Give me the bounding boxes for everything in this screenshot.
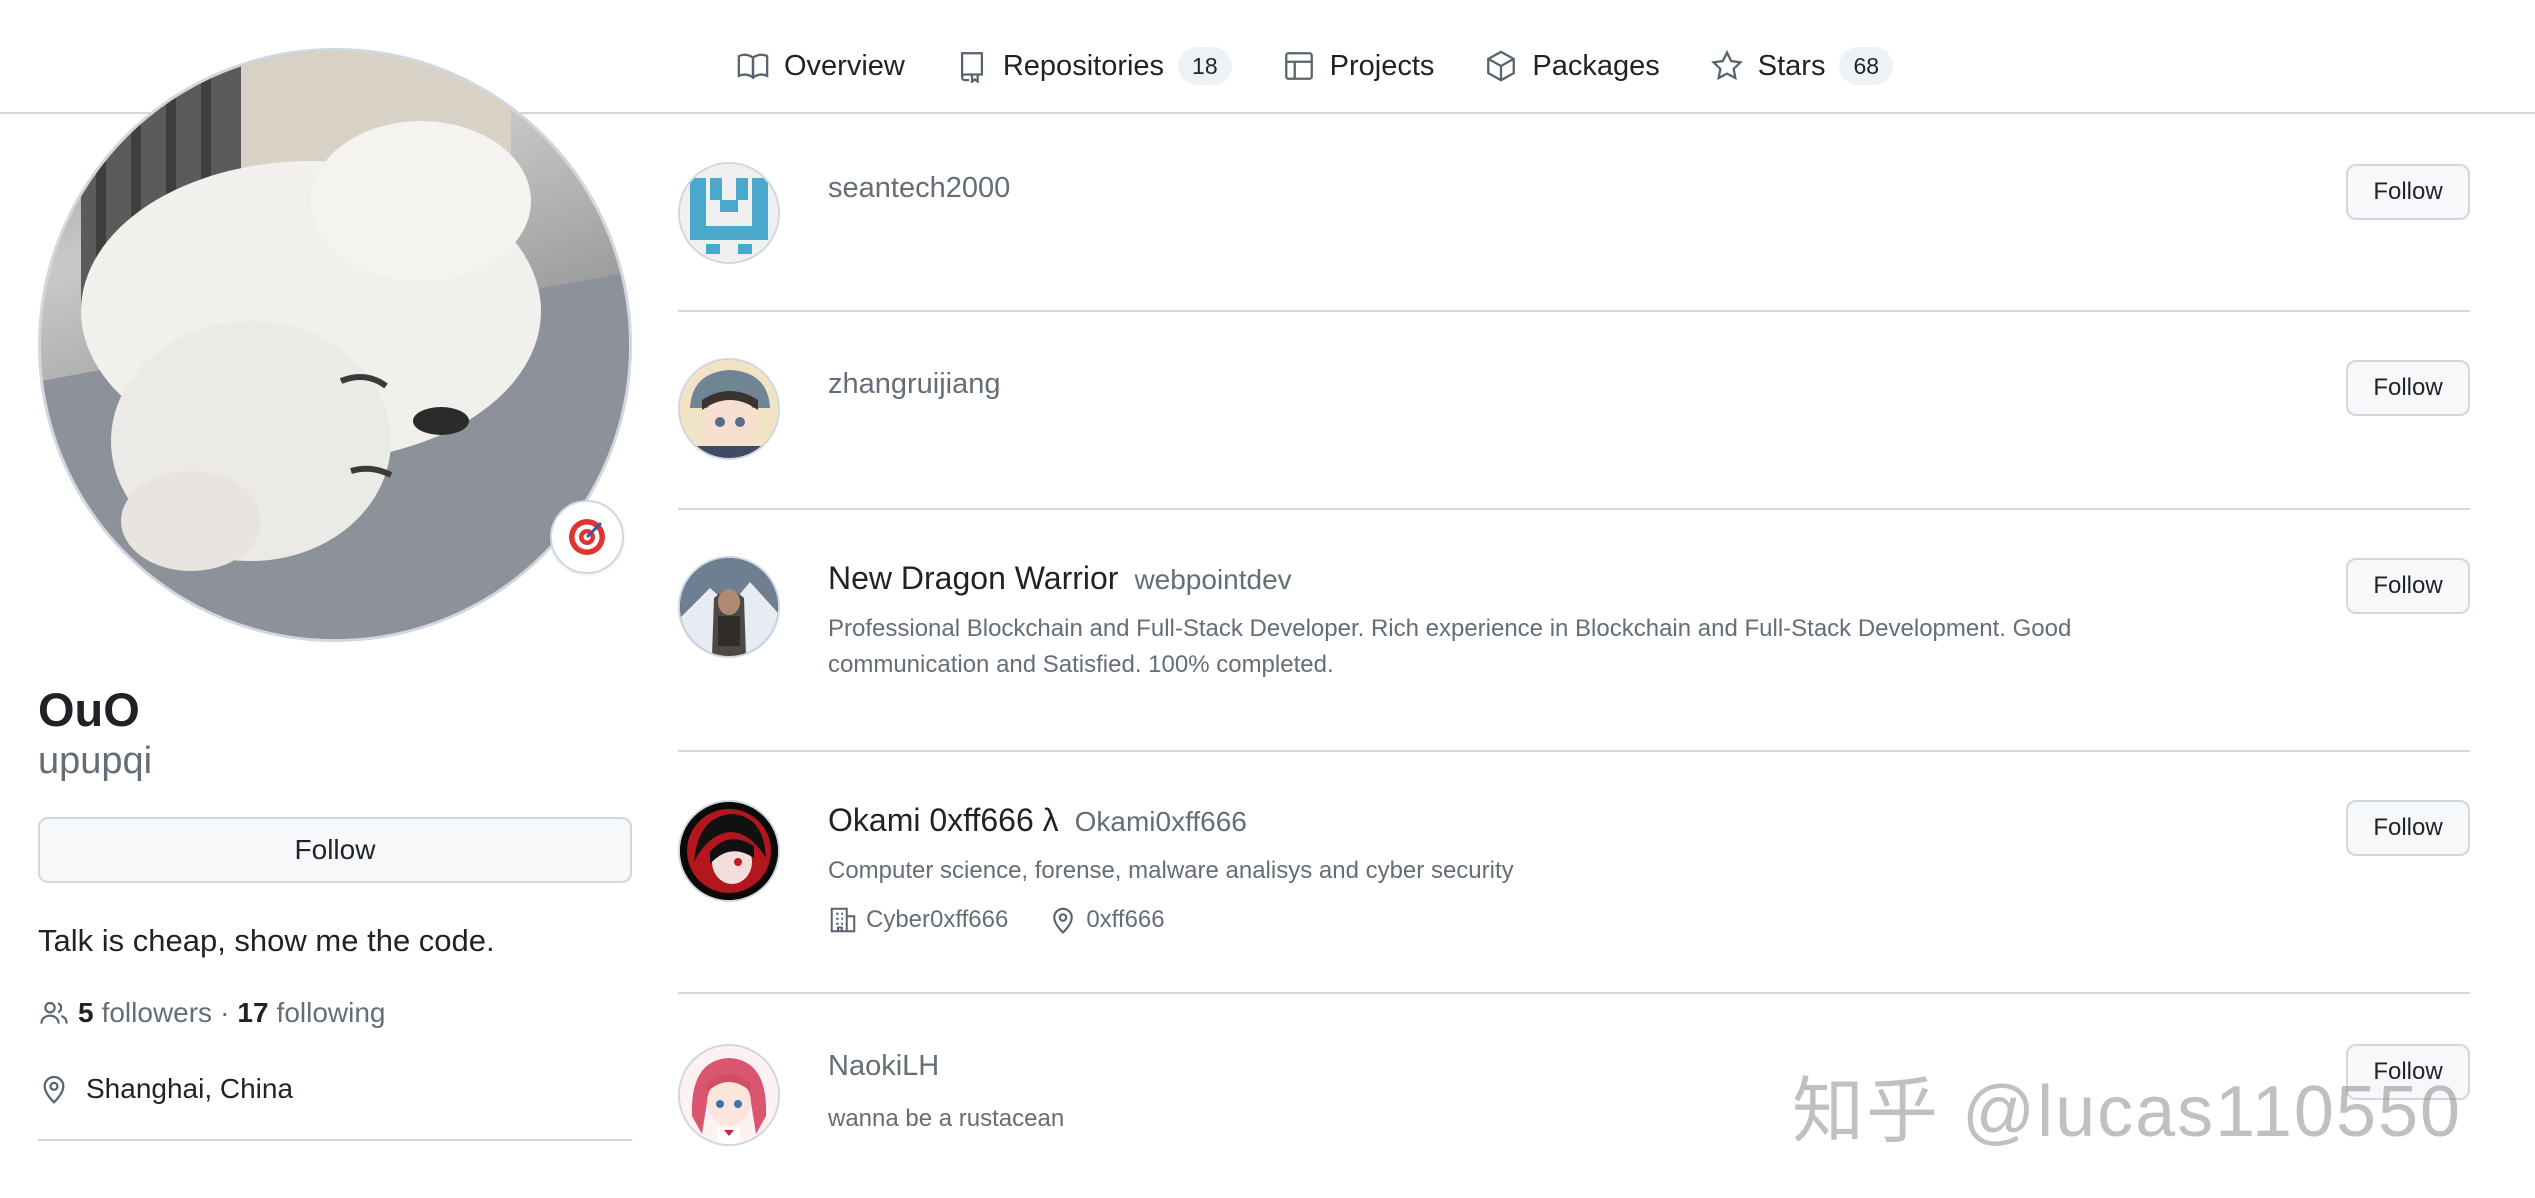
following-row: zhangruijiang Follow xyxy=(678,312,2470,510)
user-info: New Dragon Warrior webpointdev Professio… xyxy=(828,560,2228,683)
location-pin-icon xyxy=(1053,907,1074,934)
star-icon xyxy=(1710,49,1743,81)
user-login-link[interactable]: seantech2000 xyxy=(828,172,1010,205)
user-avatar[interactable] xyxy=(678,358,780,460)
user-info: seantech2000 xyxy=(828,172,2228,205)
profile-login: upupqi xyxy=(38,739,153,782)
profile-location: Shanghai, China xyxy=(38,1073,632,1105)
user-meta: Cyber0xff666 0xff666 xyxy=(828,905,2228,935)
user-location-text: 0xff666 xyxy=(1086,906,1165,933)
follow-user-button[interactable]: Follow xyxy=(2346,800,2470,856)
user-avatar[interactable] xyxy=(678,556,780,658)
profile-tabs: Overview Repositories 18 Projects Packag… xyxy=(720,30,1927,102)
user-login-link[interactable]: webpointdev xyxy=(1134,564,1291,596)
following-count: 17 xyxy=(237,996,269,1028)
people-icon xyxy=(40,1001,68,1024)
user-login-link[interactable]: Okami0xff666 xyxy=(1075,806,1247,838)
user-company-text: Cyber0xff666 xyxy=(866,906,1009,933)
repo-icon xyxy=(960,52,983,83)
user-display-name-link[interactable]: Okami 0xff666 λ xyxy=(828,802,1059,839)
follow-user-button[interactable]: Follow xyxy=(2346,558,2470,614)
repositories-count: 18 xyxy=(1178,47,1232,85)
status-emoji[interactable] xyxy=(550,500,624,574)
sidebar-divider xyxy=(38,1138,632,1141)
tab-packages-label: Packages xyxy=(1532,49,1660,82)
user-company: Cyber0xff666 xyxy=(828,905,1008,935)
okami-avatar xyxy=(680,802,778,900)
avatar-photo xyxy=(41,51,629,639)
naoki-avatar xyxy=(680,1046,778,1144)
zhihu-watermark: 知乎 @lucas110550 xyxy=(1792,1072,2463,1152)
follow-user-button[interactable]: Follow xyxy=(2346,164,2470,220)
following-label: following xyxy=(276,996,386,1028)
user-bio: Professional Blockchain and Full-Stack D… xyxy=(828,615,2072,678)
following-link[interactable]: 17 following xyxy=(237,997,385,1029)
organization-icon xyxy=(830,907,856,933)
table-icon xyxy=(1284,52,1313,80)
follow-user-button[interactable]: Follow xyxy=(2346,360,2470,416)
location-pin-icon xyxy=(43,1075,65,1104)
identicon xyxy=(680,164,778,262)
user-login-link[interactable]: zhangruijiang xyxy=(828,368,1001,401)
target-icon xyxy=(569,519,605,555)
followers-label: followers xyxy=(101,996,213,1028)
user-info: zhangruijiang xyxy=(828,368,2228,401)
tab-projects-label: Projects xyxy=(1329,49,1435,82)
followers-link[interactable]: 5 followers xyxy=(78,997,212,1029)
package-icon xyxy=(1487,50,1516,82)
following-row: seantech2000 Follow xyxy=(678,114,2470,312)
user-login-link[interactable]: NaokiLH xyxy=(828,1050,939,1083)
anime-avatar xyxy=(680,360,778,458)
follow-button[interactable]: Follow xyxy=(38,816,632,883)
tab-overview-label: Overview xyxy=(784,49,905,82)
follow-stats: 5 followers · 17 following xyxy=(38,997,632,1029)
tab-repositories-label: Repositories xyxy=(1002,49,1165,82)
book-icon xyxy=(737,53,769,80)
tab-packages[interactable]: Packages xyxy=(1468,40,1675,92)
warrior-avatar xyxy=(680,558,778,656)
profile-bio: Talk is cheap, show me the code. xyxy=(38,922,495,958)
profile-sidebar: OuO upupqi Follow Talk is cheap, show me… xyxy=(38,48,632,1141)
profile-location-text: Shanghai, China xyxy=(86,1072,294,1104)
following-list: seantech2000 Follow zhangruijiang Follow xyxy=(678,114,2470,1154)
following-row: New Dragon Warrior webpointdev Professio… xyxy=(678,510,2470,752)
user-avatar[interactable] xyxy=(678,162,780,264)
profile-avatar[interactable] xyxy=(38,48,632,642)
user-info: Okami 0xff666 λ Okami0xff666 Computer sc… xyxy=(828,802,2228,935)
tab-stars-label: Stars xyxy=(1757,49,1826,82)
stats-separator: · xyxy=(220,996,230,1028)
profile-display-name: OuO xyxy=(38,683,140,736)
followers-count: 5 xyxy=(78,996,94,1028)
user-location: 0xff666 xyxy=(1048,905,1165,935)
stars-count: 68 xyxy=(1839,47,1894,85)
tab-overview[interactable]: Overview xyxy=(720,40,921,92)
tab-projects[interactable]: Projects xyxy=(1266,40,1451,92)
following-row: Okami 0xff666 λ Okami0xff666 Computer sc… xyxy=(678,752,2470,994)
tab-repositories[interactable]: Repositories 18 xyxy=(939,40,1248,92)
user-display-name-link[interactable]: New Dragon Warrior xyxy=(828,560,1118,597)
user-bio: Computer science, forense, malware anali… xyxy=(828,857,1514,884)
user-avatar[interactable] xyxy=(678,1044,780,1146)
user-avatar[interactable] xyxy=(678,800,780,902)
tab-stars[interactable]: Stars 68 xyxy=(1694,40,1909,92)
profile-avatar-wrap xyxy=(38,48,632,642)
